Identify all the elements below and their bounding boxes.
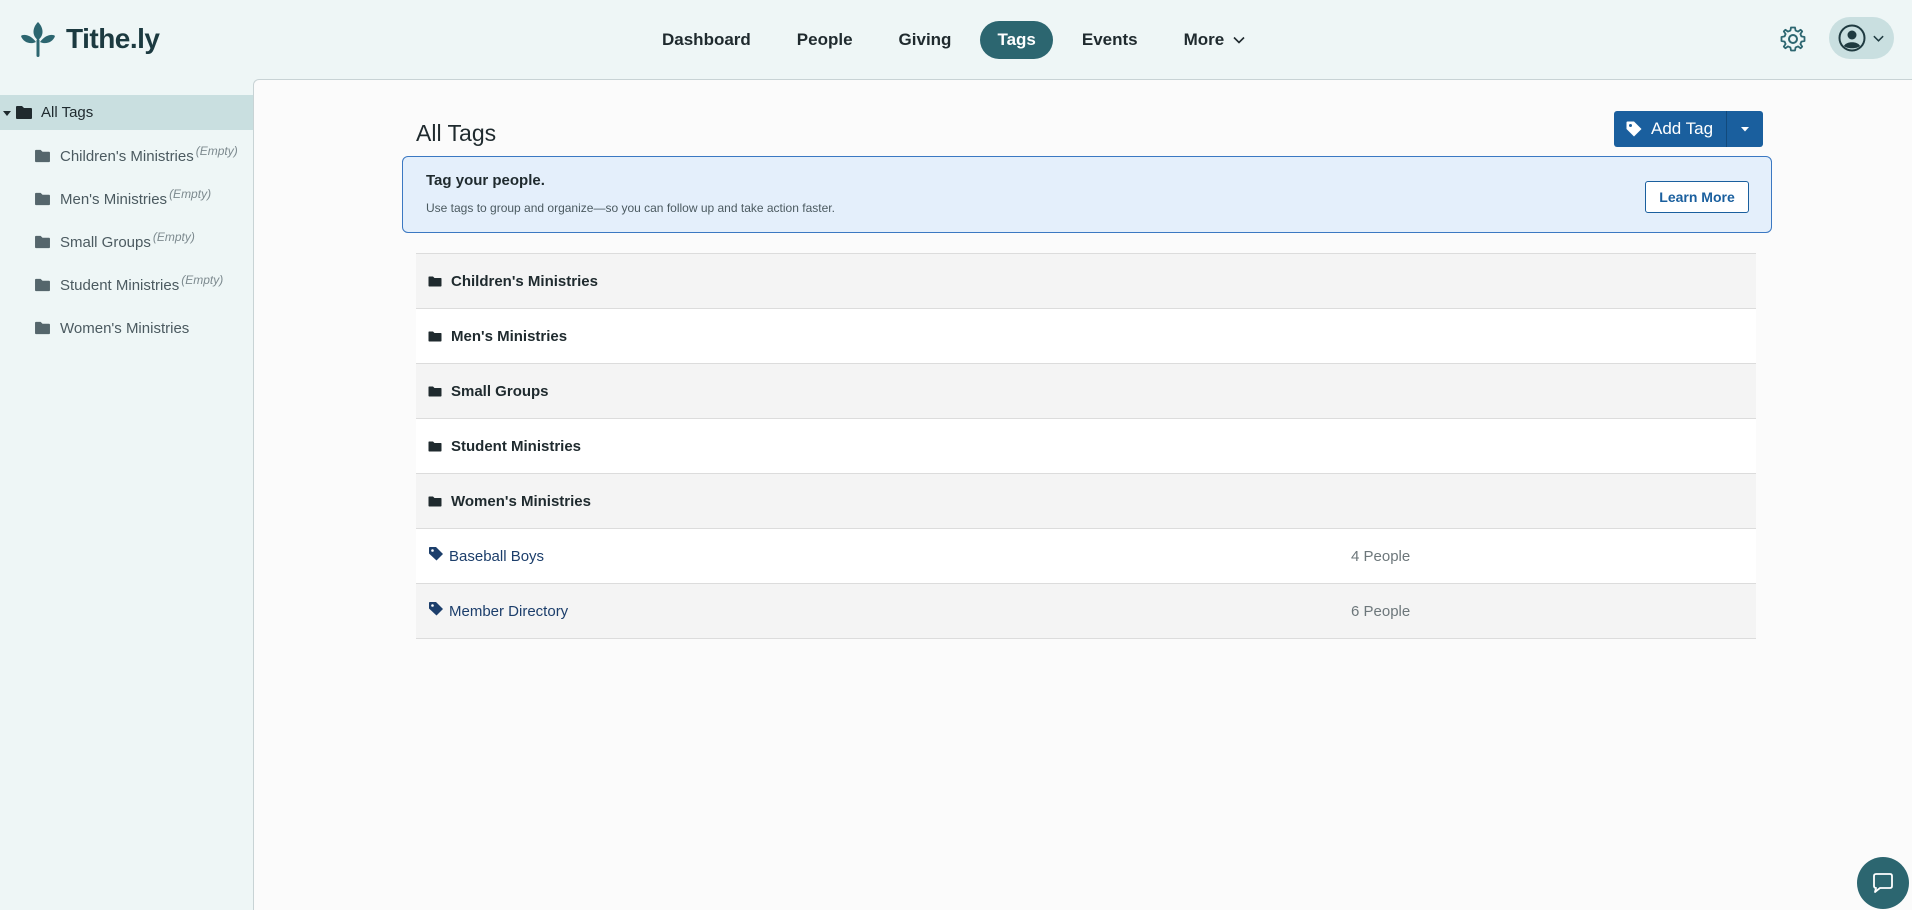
nav-events[interactable]: Events: [1065, 21, 1155, 59]
main-panel: All Tags Add Tag Tag your people. Use ta…: [253, 79, 1912, 910]
folder-icon: [35, 192, 50, 206]
sidebar-item-womens-ministries[interactable]: Women's Ministries: [34, 313, 189, 343]
folder-row[interactable]: Women's Ministries: [416, 474, 1756, 529]
top-header: Tithe.ly Dashboard People Giving Tags Ev…: [0, 0, 1912, 78]
profile-menu-button[interactable]: [1829, 17, 1894, 59]
app-logo[interactable]: Tithe.ly: [20, 20, 160, 58]
banner-title: Tag your people.: [426, 172, 545, 189]
empty-badge: (Empty): [152, 230, 195, 244]
sidebar-item-label: Men's Ministries: [60, 190, 168, 208]
sidebar-item-student-ministries[interactable]: Student Ministries (Empty): [34, 270, 223, 300]
leaf-logo-icon: [21, 22, 55, 57]
banner-text: Use tags to group and organize—so you ca…: [426, 201, 835, 215]
nav-people[interactable]: People: [780, 21, 870, 59]
folder-row[interactable]: Student Ministries: [416, 419, 1756, 474]
folder-name: Student Ministries: [451, 437, 582, 455]
chat-widget-button[interactable]: [1857, 857, 1909, 909]
chevron-down-icon: [1233, 36, 1245, 44]
nav-more-label: More: [1183, 30, 1225, 49]
folder-row[interactable]: Children's Ministries: [416, 254, 1756, 309]
tag-icon: [429, 601, 443, 615]
add-tag-button[interactable]: Add Tag: [1614, 111, 1728, 147]
learn-more-button[interactable]: Learn More: [1645, 181, 1749, 213]
empty-badge: (Empty): [169, 187, 212, 201]
page-title: All Tags: [416, 120, 497, 146]
sidebar-item-small-groups[interactable]: Small Groups (Empty): [34, 227, 195, 257]
nav-dashboard[interactable]: Dashboard: [645, 21, 768, 59]
caret-down-icon[interactable]: [2, 108, 12, 118]
tags-list: Children's Ministries Men's Ministries S…: [416, 253, 1756, 639]
folder-icon: [16, 106, 32, 119]
folder-icon: [428, 276, 442, 286]
sidebar-item-label: Women's Ministries: [60, 319, 190, 337]
add-tag-label: Add Tag: [1651, 119, 1714, 138]
folder-icon: [428, 496, 442, 506]
folder-icon: [428, 331, 442, 341]
tag-icon: [429, 546, 443, 560]
chevron-down-icon: [1873, 35, 1884, 42]
folder-name: Women's Ministries: [451, 492, 591, 510]
folder-icon: [428, 386, 442, 396]
folder-icon: [35, 149, 50, 163]
user-avatar-icon: [1838, 24, 1866, 52]
add-tag-dropdown-button[interactable]: [1727, 111, 1764, 147]
gear-icon[interactable]: [1779, 25, 1807, 53]
empty-badge: (Empty): [181, 273, 224, 287]
folder-icon: [35, 321, 50, 335]
people-count: 6 People: [1351, 602, 1411, 620]
sidebar-item-label: Small Groups: [60, 233, 151, 251]
add-tag-split-button: Add Tag: [1614, 111, 1764, 147]
folder-row[interactable]: Men's Ministries: [416, 309, 1756, 364]
nav-people-label: People: [796, 30, 853, 49]
tags-sidebar: All Tags Children's Ministries (Empty) M…: [0, 78, 253, 910]
app-name: Tithe.ly: [66, 23, 160, 54]
sidebar-item-mens-ministries[interactable]: Men's Ministries (Empty): [34, 184, 211, 214]
nav-giving[interactable]: Giving: [882, 21, 969, 59]
sidebar-item-label: Children's Ministries: [60, 147, 194, 165]
tag-name-link[interactable]: Member Directory: [449, 603, 568, 620]
folder-row[interactable]: Small Groups: [416, 364, 1756, 419]
folder-icon: [428, 441, 442, 451]
sidebar-item-label: Student Ministries: [60, 276, 180, 294]
tag-row[interactable]: Member Directory 6 People: [416, 584, 1756, 639]
info-banner: Tag your people. Use tags to group and o…: [402, 156, 1772, 233]
nav-giving-label: Giving: [898, 30, 952, 49]
nav-more[interactable]: More: [1167, 21, 1264, 59]
nav-events-label: Events: [1081, 30, 1138, 49]
tag-name-link[interactable]: Baseball Boys: [449, 548, 544, 565]
caret-down-icon: [1741, 127, 1750, 132]
main-nav: Dashboard People Giving Tags Events More: [645, 21, 1263, 59]
folder-name: Small Groups: [451, 382, 549, 400]
empty-badge: (Empty): [195, 144, 238, 158]
folder-icon: [35, 278, 50, 292]
sidebar-root-label: All Tags: [41, 104, 94, 121]
chat-icon: [1873, 873, 1893, 893]
tag-row[interactable]: Baseball Boys 4 People: [416, 529, 1756, 584]
tag-icon: [1626, 121, 1642, 137]
sidebar-item-all-tags[interactable]: All Tags: [0, 95, 253, 130]
sidebar-item-childrens-ministries[interactable]: Children's Ministries (Empty): [34, 141, 238, 171]
folder-name: Children's Ministries: [451, 272, 598, 290]
folder-icon: [35, 235, 50, 249]
nav-dashboard-label: Dashboard: [662, 30, 751, 49]
nav-tags[interactable]: Tags: [980, 21, 1053, 59]
people-count: 4 People: [1351, 547, 1411, 565]
folder-name: Men's Ministries: [451, 327, 568, 345]
nav-tags-label: Tags: [997, 30, 1036, 49]
